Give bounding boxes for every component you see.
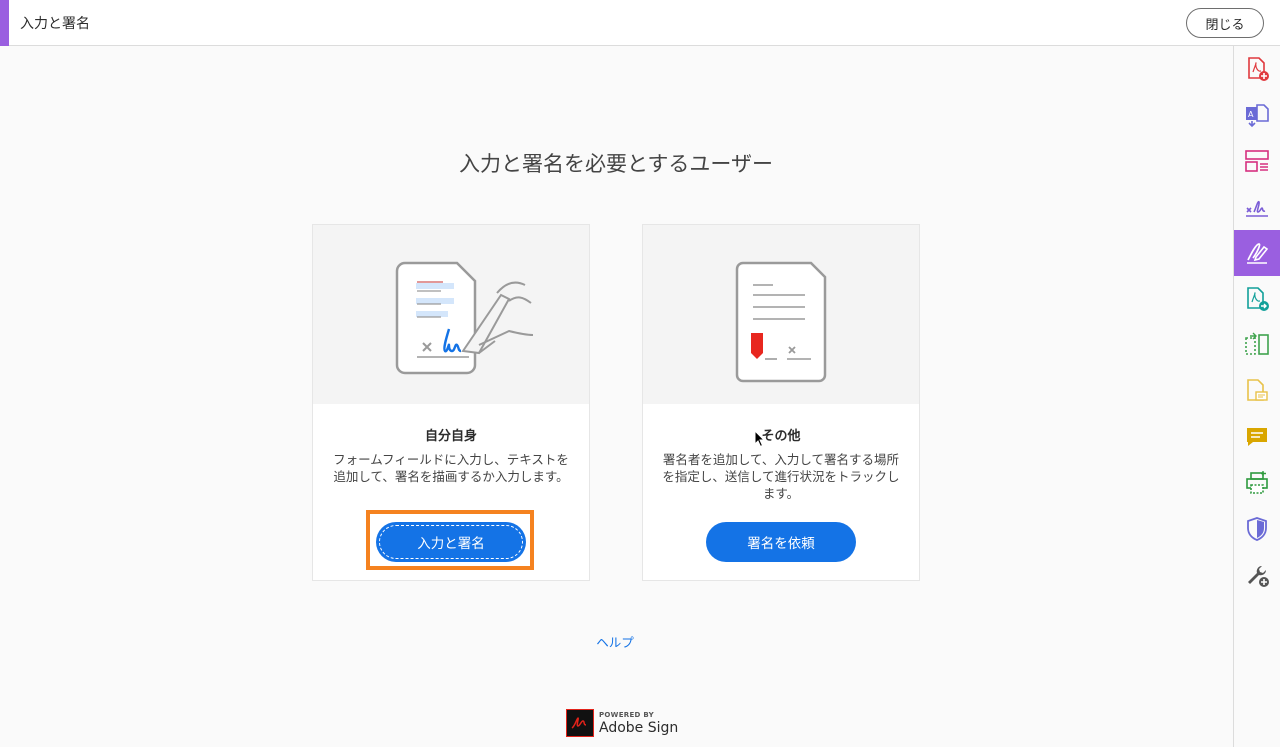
request-signature-button[interactable]: 署名を依頼 (706, 522, 856, 562)
tool-organize-pages[interactable] (1234, 138, 1280, 184)
tool-add-comment-file[interactable] (1234, 368, 1280, 414)
tool-compare-files[interactable] (1234, 322, 1280, 368)
powered-by-text: POWERED BY (599, 711, 655, 719)
adobe-sign-logo: POWERED BY Adobe Sign (566, 709, 678, 739)
add-comment-file-icon (1247, 379, 1268, 401)
tool-print-production[interactable] (1234, 460, 1280, 506)
export-pdf-icon: A (1246, 104, 1269, 128)
card-title: 自分自身 (424, 429, 477, 444)
send-for-review-icon (1247, 287, 1269, 311)
tool-create-pdf[interactable] (1234, 46, 1280, 92)
tool-send-for-review[interactable] (1234, 276, 1280, 322)
card-others: その他 署名者を追加して、入力して署名する場所を指定し、送信して進行状況をトラッ… (642, 224, 920, 581)
main-heading: 入力と署名を必要とするユーザー (459, 152, 773, 176)
accent-stripe (0, 0, 9, 46)
focus-highlight-box (366, 510, 534, 570)
mouse-cursor-icon (754, 430, 766, 448)
tool-protect[interactable] (1234, 506, 1280, 552)
tool-rail: A (1233, 46, 1280, 747)
print-production-icon (1246, 471, 1268, 494)
request-sign-illustration (643, 225, 919, 404)
svg-text:A: A (1248, 110, 1254, 119)
card-description: 署名者を追加して、入力して署名する場所を指定し、送信して進行状況をトラックします… (662, 452, 900, 501)
organize-pages-icon (1245, 150, 1269, 172)
help-link[interactable]: ヘルプ (575, 632, 655, 651)
document-sign-illustration (395, 261, 534, 375)
card-description: フォームフィールドに入力し、テキストを追加して、署名を描画するか入力します。 (333, 452, 569, 484)
tool-comment[interactable] (1234, 414, 1280, 460)
protect-icon (1247, 517, 1267, 541)
fill-and-sign-icon (1247, 243, 1269, 264)
close-button[interactable]: 閉じる (1186, 8, 1264, 38)
create-pdf-icon (1248, 57, 1269, 81)
adobe-sign-logo-icon (566, 709, 594, 737)
comment-icon (1247, 428, 1267, 446)
page-title: 入力と署名 (20, 16, 90, 32)
fill-sign-illustration (313, 225, 589, 404)
document-request-illustration (735, 261, 827, 383)
tool-export-pdf[interactable]: A (1234, 92, 1280, 138)
card-title: その他 (761, 429, 801, 444)
tool-fill-and-sign[interactable] (1234, 230, 1280, 276)
more-tools-icon (1248, 566, 1269, 587)
request-signature-icon (1246, 200, 1268, 217)
brand-name: Adobe Sign (599, 720, 679, 736)
top-bar: 入力と署名 閉じる (0, 0, 1280, 46)
tool-request-signature[interactable] (1234, 184, 1280, 230)
tool-more-tools[interactable] (1234, 552, 1280, 598)
compare-files-icon (1245, 332, 1269, 355)
